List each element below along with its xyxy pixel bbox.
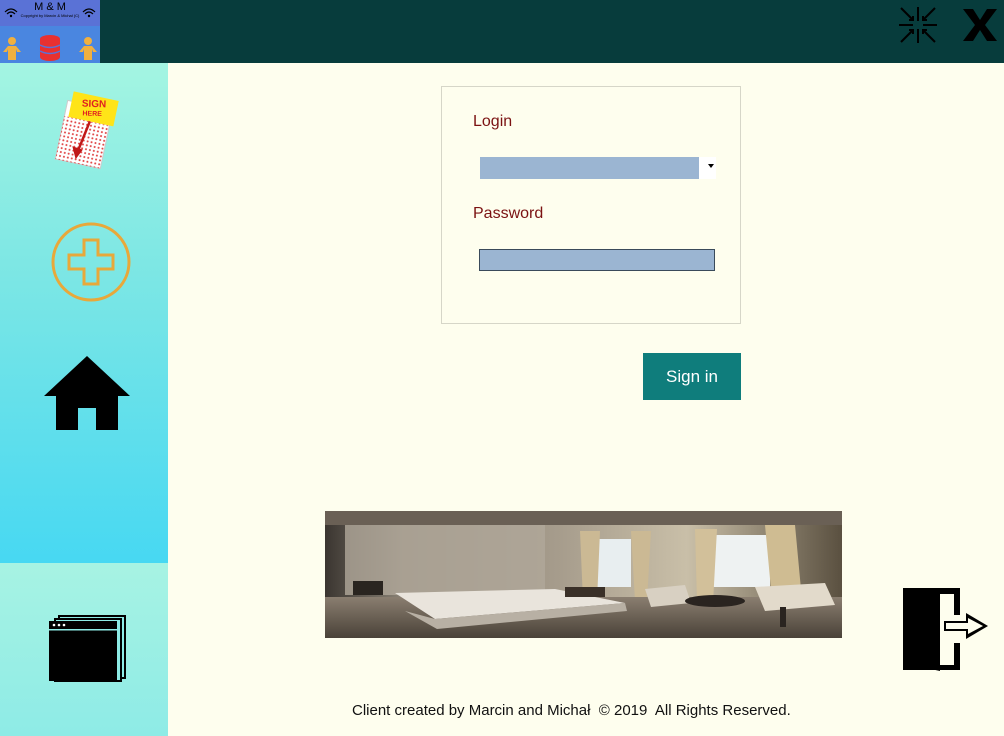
title-bar: M & M Copyright by Marcin & Michał (C) bbox=[0, 0, 1004, 63]
logout-button[interactable] bbox=[900, 585, 990, 678]
login-select[interactable] bbox=[480, 157, 716, 179]
password-field[interactable] bbox=[479, 249, 715, 271]
hotel-room-image bbox=[325, 511, 842, 638]
login-panel: Login Password bbox=[441, 86, 741, 324]
minimize-button[interactable] bbox=[897, 5, 939, 50]
sign-here-icon: SIGN HERE bbox=[54, 91, 119, 170]
app-logo: M & M Copyright by Marcin & Michał (C) bbox=[0, 0, 100, 63]
footer-text: Client created by Marcin and Michał © 20… bbox=[352, 702, 791, 719]
windows-button[interactable] bbox=[48, 613, 130, 688]
login-select-value bbox=[480, 157, 699, 179]
sidebar-bottom bbox=[0, 563, 168, 736]
svg-text:HERE: HERE bbox=[82, 110, 102, 118]
logo-title: M & M bbox=[34, 1, 66, 13]
close-x-icon bbox=[963, 9, 997, 41]
close-button[interactable] bbox=[960, 5, 1000, 50]
chevron-down-icon[interactable] bbox=[708, 164, 714, 168]
exit-door-icon bbox=[903, 588, 988, 671]
home-icon bbox=[44, 356, 130, 430]
svg-text:SIGN: SIGN bbox=[82, 99, 107, 111]
login-label: Login bbox=[473, 113, 513, 130]
password-label: Password bbox=[473, 205, 544, 222]
plus-circle-icon bbox=[51, 222, 131, 302]
sidebar: SIGN HERE bbox=[0, 63, 168, 563]
logo-copyright: Copyright by Marcin & Michał (C) bbox=[20, 13, 80, 18]
sign-in-button[interactable]: Sign in bbox=[643, 353, 741, 400]
windows-stack-icon bbox=[49, 615, 126, 682]
collapse-arrows-icon bbox=[899, 7, 937, 43]
add-button[interactable] bbox=[51, 222, 131, 307]
home-button[interactable] bbox=[44, 356, 130, 437]
sign-here-button[interactable]: SIGN HERE bbox=[52, 91, 122, 174]
